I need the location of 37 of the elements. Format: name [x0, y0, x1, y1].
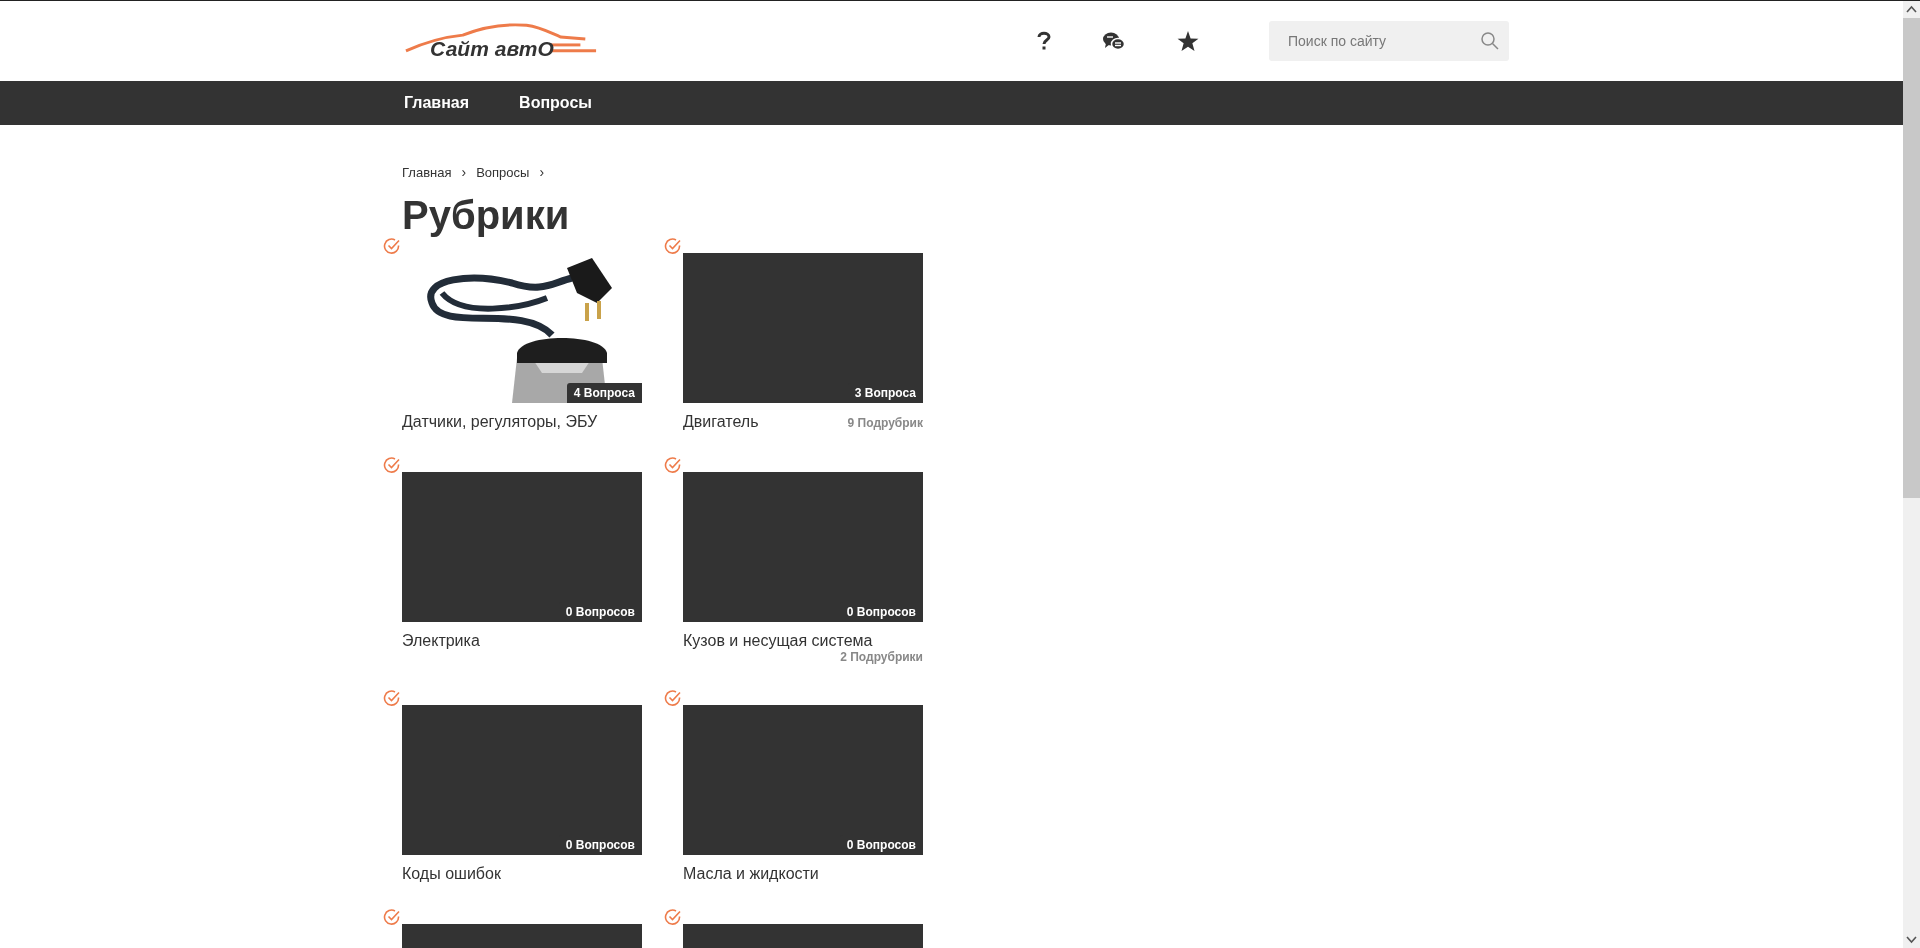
check-circle-icon	[664, 908, 682, 926]
category-title[interactable]: Электрика	[402, 632, 480, 650]
check-circle-icon	[383, 456, 401, 474]
star-icon[interactable]	[1177, 31, 1199, 51]
image-placeholder[interactable]	[683, 705, 923, 855]
check-circle-icon	[383, 237, 401, 255]
category-title[interactable]: Двигатель	[683, 413, 759, 431]
subcategory-count: 2 Подрубрики	[840, 650, 923, 664]
check-circle-icon	[383, 689, 401, 707]
nav-link[interactable]: Вопросы	[519, 94, 592, 112]
site-logo[interactable]: Сайт автО	[404, 19, 600, 63]
question-count-badge: 4 Вопроса	[566, 383, 642, 403]
check-circle-icon	[383, 908, 401, 926]
breadcrumb-separator: ›	[461, 164, 467, 180]
category-title[interactable]: Масла и жидкости	[683, 865, 819, 883]
check-circle-icon	[664, 689, 682, 707]
search-icon[interactable]	[1481, 32, 1499, 50]
page-title: Рубрики	[402, 192, 571, 239]
nav-link[interactable]: Главная	[404, 94, 470, 112]
image-placeholder[interactable]	[402, 705, 642, 855]
category-title[interactable]: Датчики, регуляторы, ЭБУ	[402, 413, 598, 431]
category-title[interactable]: Кузов и несущая система	[683, 632, 873, 650]
image-placeholder[interactable]	[683, 472, 923, 622]
search-field[interactable]: Поиск по сайту	[1269, 21, 1509, 61]
breadcrumb-link[interactable]: Вопросы	[476, 164, 530, 180]
check-circle-icon	[664, 237, 682, 255]
check-circle-icon	[664, 456, 682, 474]
image-placeholder[interactable]	[683, 253, 923, 403]
scrollbar-thumb[interactable]	[1903, 18, 1920, 498]
subcategory-count: 9 Подрубрик	[847, 416, 923, 430]
image-placeholder[interactable]	[402, 472, 642, 622]
breadcrumb-separator: ›	[539, 164, 545, 180]
scrollbar[interactable]	[1903, 1, 1920, 948]
breadcrumb-link[interactable]: Главная	[402, 164, 452, 180]
category-title[interactable]: Коды ошибок	[402, 865, 501, 883]
chat-bubbles-icon[interactable]	[1103, 31, 1125, 51]
question-mark-icon[interactable]	[1037, 31, 1051, 51]
